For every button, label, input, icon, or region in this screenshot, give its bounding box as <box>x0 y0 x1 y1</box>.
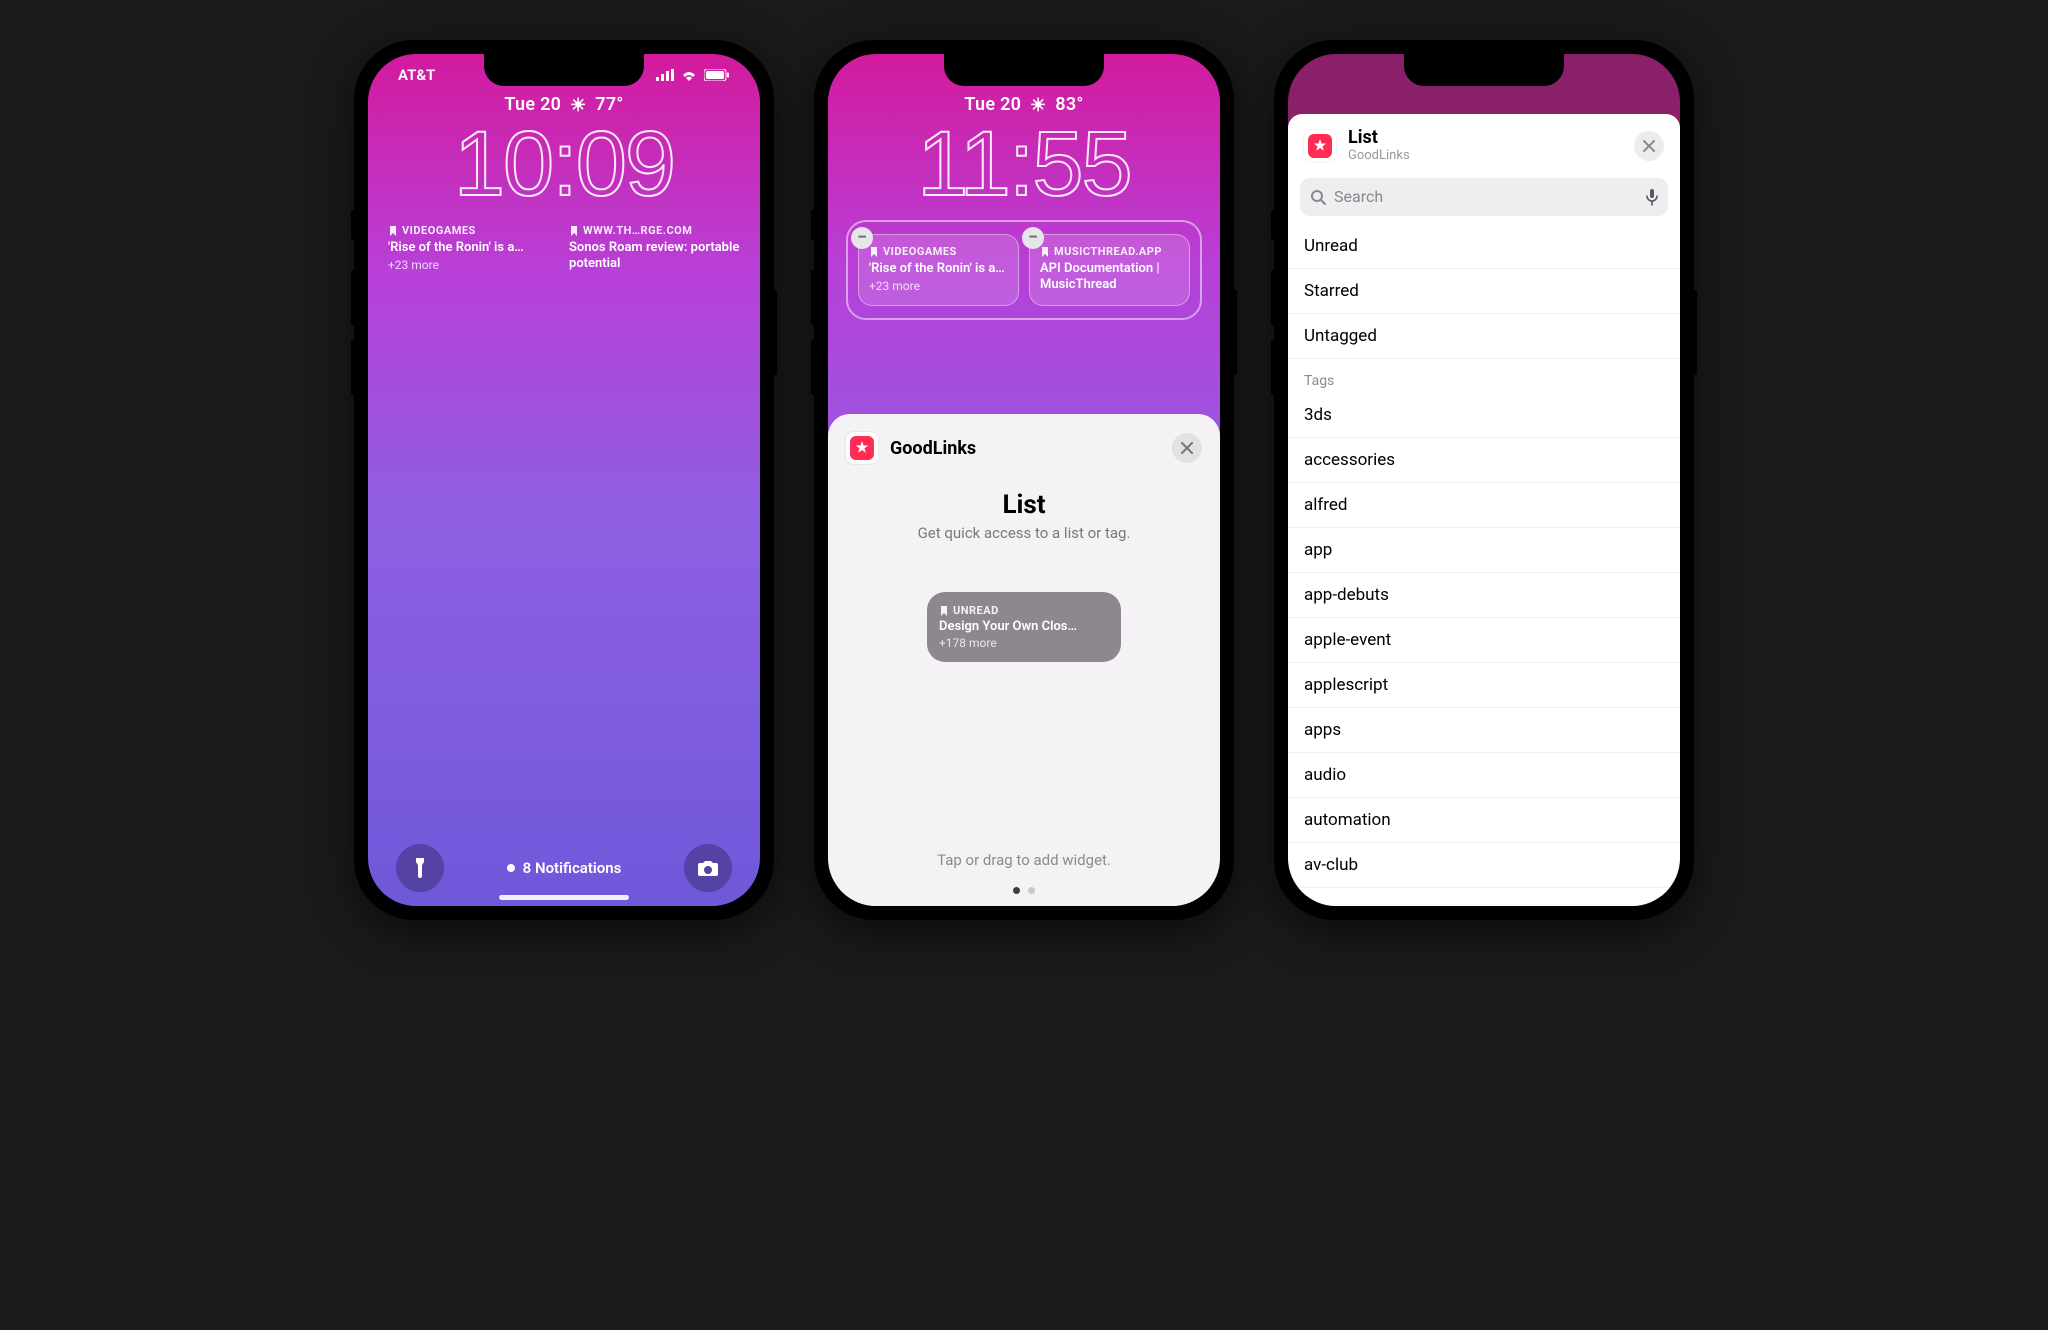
camera-button[interactable] <box>684 844 732 892</box>
date-label: Tue 20 <box>964 94 1021 115</box>
list-row[interactable]: apple-event <box>1288 618 1680 663</box>
lockscreen-widget[interactable]: VIDEOGAMES 'Rise of the Ronin' is a… +23… <box>388 224 559 274</box>
list-picker-sheet: ★ List GoodLinks Search UnreadStarredUn <box>1288 114 1680 906</box>
list-row[interactable]: accessories <box>1288 438 1680 483</box>
widget-title: API Documentation | MusicThread <box>1040 261 1179 294</box>
cellular-icon <box>656 69 674 81</box>
lockscreen-widget-editing[interactable]: − VIDEOGAMES 'Rise of the Ronin' is a… +… <box>858 234 1019 306</box>
tags-section-label: Tags <box>1288 359 1680 393</box>
widget-category: WWW.TH…RGE.COM <box>583 224 692 238</box>
widget-preview[interactable]: UNREAD Design Your Own Clos… +178 more <box>927 592 1121 662</box>
phone-widget-edit: Tue 20 ☀︎ 83° 11:55 − VIDEOGAMES 'Rise o… <box>814 40 1234 920</box>
camera-icon <box>697 859 719 877</box>
widget-gallery-sheet: ★ GoodLinks List Get quick access to a l… <box>828 414 1220 906</box>
search-input[interactable]: Search <box>1300 178 1668 216</box>
picker-list[interactable]: UnreadStarredUntagged Tags 3dsaccessorie… <box>1288 224 1680 906</box>
bookmark-icon <box>939 606 949 616</box>
widget-title: Sonos Roam review: portable potential <box>569 240 740 273</box>
flashlight-icon <box>410 856 430 880</box>
phone-lockscreen: AT&T Tue 20 ☀︎ 77° 10:09 VIDEOGAMES <box>354 40 774 920</box>
list-row[interactable]: app <box>1288 528 1680 573</box>
preview-category: UNREAD <box>953 604 999 617</box>
list-row[interactable]: Untagged <box>1288 314 1680 359</box>
list-row[interactable]: automation <box>1288 798 1680 843</box>
widget-edit-tray[interactable]: − VIDEOGAMES 'Rise of the Ronin' is a… +… <box>846 220 1202 320</box>
lockscreen-clock: 11:55 <box>828 118 1220 210</box>
list-row[interactable]: applescript <box>1288 663 1680 708</box>
bookmark-icon <box>869 247 879 257</box>
list-row[interactable]: apps <box>1288 708 1680 753</box>
sheet-hint: Tap or drag to add widget. <box>937 851 1111 869</box>
close-sheet-button[interactable] <box>1172 433 1202 463</box>
phone-list-picker: ★ List GoodLinks Search UnreadStarredUn <box>1274 40 1694 920</box>
widget-category: VIDEOGAMES <box>402 224 476 238</box>
picker-subtitle: GoodLinks <box>1348 149 1410 164</box>
close-picker-button[interactable] <box>1634 131 1664 161</box>
list-row[interactable]: av-club <box>1288 843 1680 888</box>
search-placeholder: Search <box>1334 187 1383 206</box>
sheet-app-name: GoodLinks <box>890 438 976 459</box>
widget-more: +23 more <box>869 279 1008 294</box>
picker-title: List <box>1348 128 1410 149</box>
dictation-icon[interactable] <box>1646 188 1658 206</box>
date-label: Tue 20 <box>504 94 561 115</box>
list-row[interactable]: ayaneo <box>1288 888 1680 906</box>
sheet-heading: List <box>1002 490 1045 520</box>
bookmark-icon <box>1040 247 1050 257</box>
list-row[interactable]: audio <box>1288 753 1680 798</box>
bookmark-icon <box>569 226 579 236</box>
list-row[interactable]: 3ds <box>1288 393 1680 438</box>
battery-icon <box>704 69 730 81</box>
preview-more: +178 more <box>939 636 1109 650</box>
widget-title: 'Rise of the Ronin' is a… <box>869 261 1008 277</box>
app-icon: ★ <box>846 432 878 464</box>
close-icon <box>1643 140 1655 152</box>
close-icon <box>1181 442 1193 454</box>
wifi-icon <box>680 69 698 81</box>
page-dots[interactable] <box>1013 887 1035 894</box>
widget-title: 'Rise of the Ronin' is a… <box>388 240 559 256</box>
temp-label: 77° <box>595 94 623 115</box>
temp-label: 83° <box>1055 94 1083 115</box>
widget-category: VIDEOGAMES <box>883 245 957 259</box>
notifications-pill[interactable]: 8 Notifications <box>507 859 622 877</box>
search-icon <box>1310 189 1326 205</box>
list-row[interactable]: app-debuts <box>1288 573 1680 618</box>
list-row[interactable]: Starred <box>1288 269 1680 314</box>
notch <box>484 54 644 86</box>
notch <box>944 54 1104 86</box>
app-icon: ★ <box>1304 130 1336 162</box>
bookmark-icon <box>388 226 398 236</box>
lockscreen-clock: 10:09 <box>368 118 760 210</box>
notifications-label: 8 Notifications <box>523 859 622 877</box>
sheet-sub: Get quick access to a list or tag. <box>918 524 1131 542</box>
list-row[interactable]: Unread <box>1288 224 1680 269</box>
lockscreen-widget-editing[interactable]: − MUSICTHREAD.APP API Documentation | Mu… <box>1029 234 1190 306</box>
widget-category: MUSICTHREAD.APP <box>1054 245 1162 259</box>
preview-title: Design Your Own Clos… <box>939 619 1109 634</box>
notch <box>1404 54 1564 86</box>
carrier-label: AT&T <box>398 66 435 84</box>
flashlight-button[interactable] <box>396 844 444 892</box>
list-row[interactable]: alfred <box>1288 483 1680 528</box>
home-indicator[interactable] <box>499 895 629 900</box>
lockscreen-widget[interactable]: WWW.TH…RGE.COM Sonos Roam review: portab… <box>569 224 740 274</box>
widget-more: +23 more <box>388 258 559 273</box>
